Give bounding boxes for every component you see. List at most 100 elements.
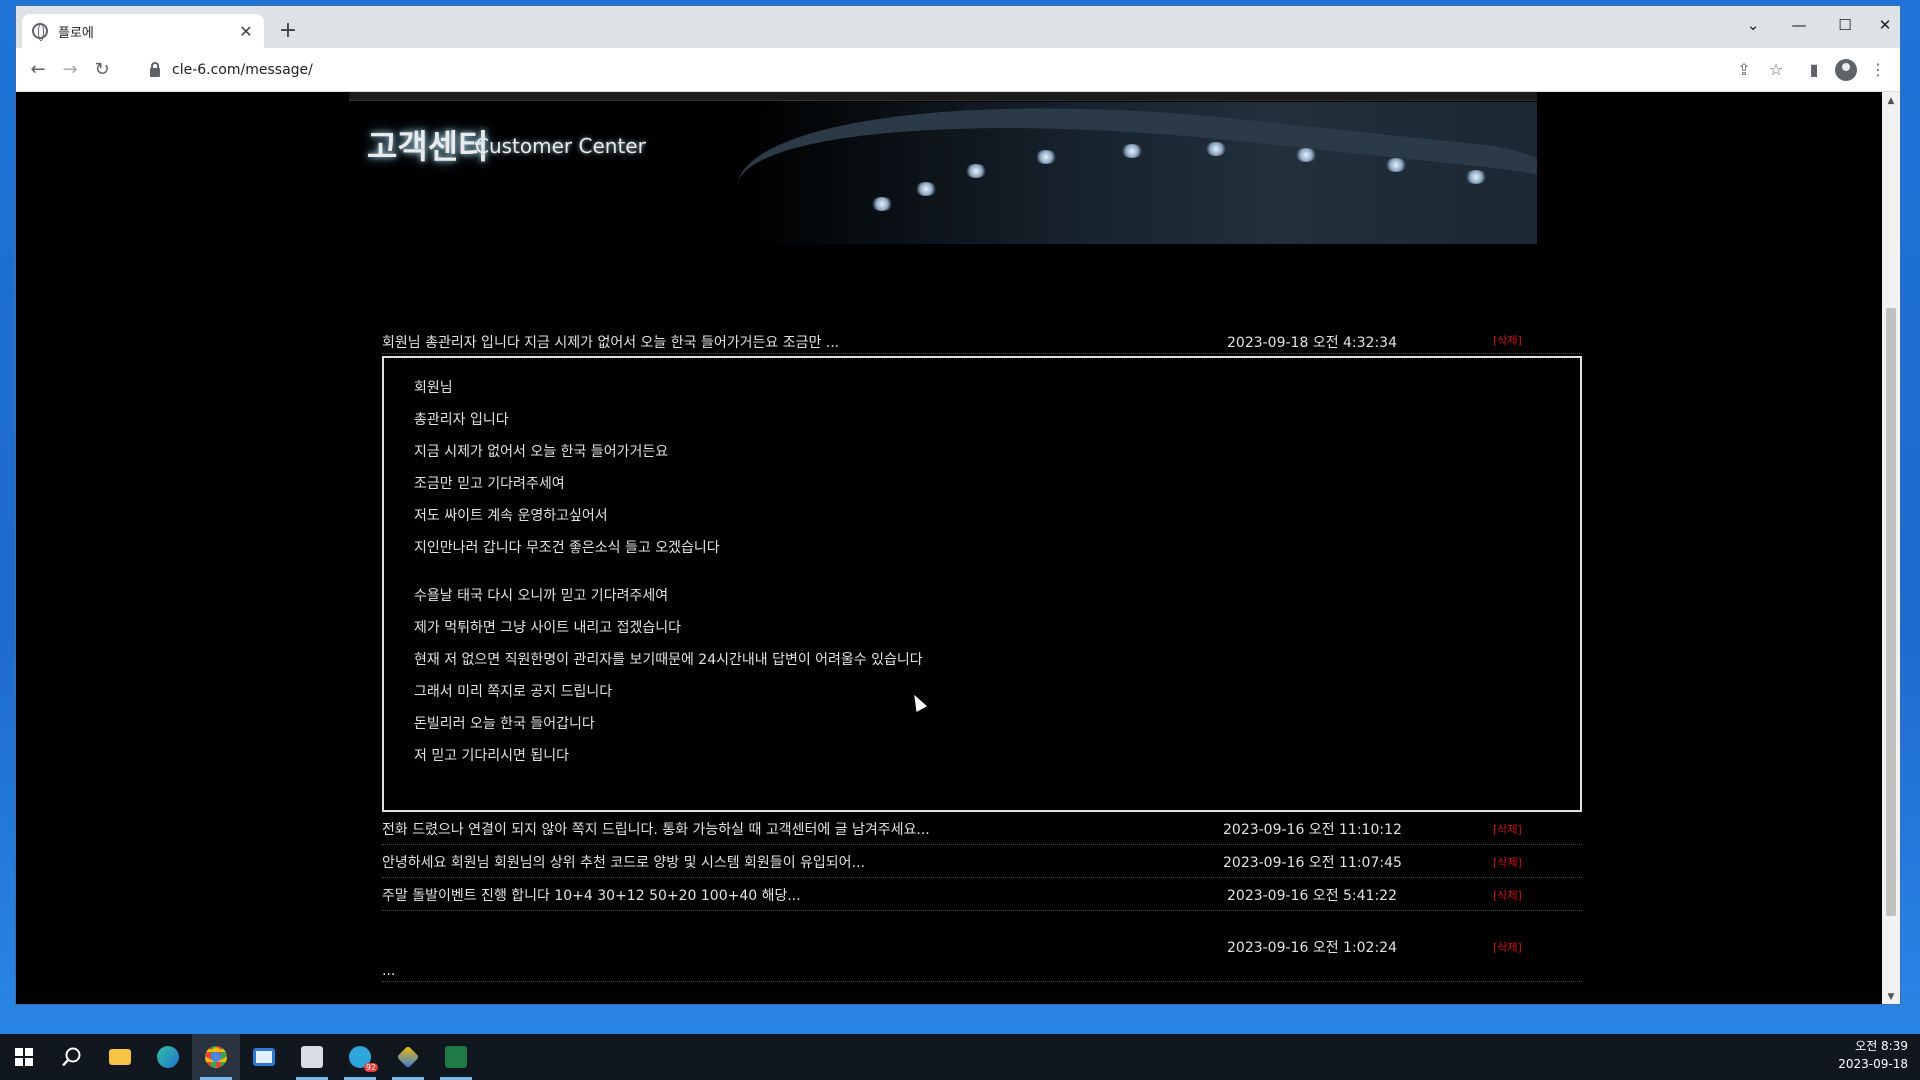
calculator-app-button[interactable] [288, 1034, 336, 1080]
message-body-line: 회원님 [414, 380, 453, 396]
calculator-icon [301, 1046, 323, 1068]
delete-link[interactable]: [삭제] [1493, 887, 1522, 903]
message-subject[interactable]: 주말 돌발이벤트 진행 합니다 10+4 30+12 50+20 100+40 … [382, 885, 801, 905]
message-body-line: 지금 시제가 없어서 오늘 한국 들어가거든요 [414, 444, 669, 460]
floodlight-graphic [965, 164, 987, 178]
share-icon[interactable]: ⇪ [1732, 58, 1756, 82]
globe-icon [32, 23, 48, 41]
file-explorer-button[interactable] [96, 1034, 144, 1080]
delete-link[interactable]: [삭제] [1493, 854, 1522, 870]
customer-center-banner: 고객센터 Customer Center [349, 102, 1537, 244]
floodlight-graphic [871, 197, 893, 211]
windows-logo-icon [15, 1048, 33, 1066]
message-body-line: 그래서 미리 쪽지로 공지 드립니다 [414, 684, 613, 700]
site-top-nav [349, 92, 1537, 101]
message-date: 2023-09-16 오전 5:41:22 [1227, 888, 1397, 904]
window-app-icon [253, 1048, 275, 1066]
lock-icon [150, 61, 160, 77]
chrome-icon [205, 1046, 227, 1068]
message-body-line: 수욜날 태국 다시 오니까 믿고 기다려주세여 [414, 588, 669, 604]
scroll-up-arrow-icon[interactable]: ▲ [1882, 92, 1900, 110]
clock-time: 오전 8:39 [1855, 1039, 1908, 1053]
message-subject[interactable]: 전화 드렸으나 연결이 되지 않아 쪽지 드립니다. 통화 가능하실 때 고객센… [382, 819, 930, 839]
message-row[interactable]: 안녕하세요 회원님 회원님의 상위 추천 코드로 양방 및 시스템 회원들이 유… [382, 845, 1582, 878]
delete-link[interactable]: [삭제] [1493, 939, 1522, 955]
message-row[interactable]: 전화 드렸으나 연결이 되지 않아 쪽지 드립니다. 통화 가능하실 때 고객센… [382, 812, 1582, 845]
message-body-line: 돈빌리러 오늘 한국 들어갑니다 [414, 716, 595, 732]
tab-search-button[interactable]: ⌄ [1730, 12, 1776, 40]
browser-window: 플로에 ✕ + ⌄ — ☐ ✕ ← → ↻ cle-6.com/message/… [15, 5, 1901, 1005]
floodlight-graphic [1295, 148, 1317, 162]
bookmark-star-icon[interactable]: ☆ [1764, 58, 1788, 82]
message-body: 회원님 총관리자 입니다 지금 시제가 없어서 오늘 한국 들어가거든요 조금만… [382, 356, 1582, 812]
message-date: 2023-09-16 오전 1:02:24 [1227, 940, 1397, 956]
browser-toolbar: ← → ↻ cle-6.com/message/ ⇪ ☆ ▮ ⋮ [16, 48, 1900, 92]
edge-button[interactable] [144, 1034, 192, 1080]
message-date: 2023-09-16 오전 11:07:45 [1223, 855, 1402, 871]
message-date: 2023-09-18 오전 4:32:34 [1227, 335, 1397, 351]
stadium-graphic [733, 102, 1537, 244]
pinned-app-button[interactable] [384, 1034, 432, 1080]
excel-button[interactable] [432, 1034, 480, 1080]
message-body-line: 지인만나러 갑니다 무조건 좋은소식 들고 오겠습니다 [414, 540, 720, 556]
app-window-button[interactable] [240, 1034, 288, 1080]
scrollbar-thumb[interactable] [1886, 308, 1896, 916]
address-bar[interactable]: cle-6.com/message/ [136, 54, 1696, 86]
system-clock[interactable]: 오전 8:39 2023-09-18 [1838, 1037, 1908, 1073]
message-body-spacer [414, 564, 1550, 580]
start-button[interactable] [0, 1034, 48, 1080]
profile-icon[interactable] [1835, 59, 1857, 81]
message-row[interactable]: 회원님 총관리자 입니다 지금 시제가 없어서 오늘 한국 들어가거든요 조금만… [382, 332, 1582, 354]
message-subject[interactable]: 안녕하세요 회원님 회원님의 상위 추천 코드로 양방 및 시스템 회원들이 유… [382, 852, 865, 872]
close-window-button[interactable]: ✕ [1868, 12, 1900, 40]
folder-icon [109, 1049, 131, 1065]
excel-icon [445, 1046, 467, 1068]
message-subject[interactable]: ... [382, 963, 395, 979]
search-icon [62, 1047, 81, 1067]
tab-title: 플로에 [58, 25, 94, 41]
message-date: 2023-09-16 오전 11:10:12 [1223, 822, 1402, 838]
message-row[interactable]: 주말 돌발이벤트 진행 합니다 10+4 30+12 50+20 100+40 … [382, 878, 1582, 911]
back-button[interactable]: ← [26, 58, 50, 82]
telegram-button[interactable]: 92 [336, 1034, 384, 1080]
forward-button[interactable]: → [58, 58, 82, 82]
maximize-button[interactable]: ☐ [1822, 12, 1868, 40]
floodlight-graphic [1205, 142, 1227, 156]
page-scrollbar[interactable]: ▲ ▼ [1882, 92, 1900, 1004]
url-text: cle-6.com/message/ [172, 62, 313, 78]
tab-close-icon[interactable]: ✕ [238, 22, 254, 41]
message-row[interactable]: 2023-09-16 오전 1:02:24 [삭제] ... [382, 911, 1582, 982]
message-body-line: 저 믿고 기다리시면 됩니다 [414, 748, 570, 764]
delete-link[interactable]: [삭제] [1493, 821, 1522, 837]
floodlight-graphic [915, 182, 937, 196]
message-body-line: 현재 저 없으면 직원한명이 관리자를 보기때문에 24시간내내 답변이 어려울… [414, 652, 923, 668]
search-button[interactable] [48, 1034, 96, 1080]
message-body-line: 총관리자 입니다 [414, 412, 509, 428]
tab-strip: 플로에 ✕ + ⌄ — ☐ ✕ [16, 6, 1900, 48]
new-tab-button[interactable]: + [274, 18, 302, 46]
page-title: 고객센터 [367, 127, 489, 166]
page-content: 고객센터 Customer Center 회원님 총관리자 입니다 지금 시제가… [16, 92, 1882, 1004]
browser-menu-icon[interactable]: ⋮ [1866, 58, 1890, 82]
chrome-button[interactable] [192, 1034, 240, 1080]
app-icon [396, 1045, 420, 1069]
floodlight-graphic [1035, 150, 1057, 164]
message-body-line: 조금만 믿고 기다려주세여 [414, 476, 565, 492]
side-panel-icon[interactable]: ▮ [1802, 58, 1826, 82]
scroll-down-arrow-icon[interactable]: ▼ [1882, 988, 1900, 1004]
floodlight-graphic [1121, 144, 1143, 158]
windows-taskbar: 92 [0, 1034, 1920, 1080]
reload-button[interactable]: ↻ [90, 58, 114, 82]
floodlight-graphic [1465, 170, 1487, 184]
minimize-button[interactable]: — [1776, 12, 1822, 40]
browser-tab[interactable]: 플로에 ✕ [22, 14, 264, 48]
message-body-line: 저도 싸이트 계속 운영하고싶어서 [414, 508, 608, 524]
message-subject[interactable]: 회원님 총관리자 입니다 지금 시제가 없어서 오늘 한국 들어가거든요 조금만… [382, 332, 839, 352]
message-list: 회원님 총관리자 입니다 지금 시제가 없어서 오늘 한국 들어가거든요 조금만… [382, 332, 1582, 982]
clock-date: 2023-09-18 [1838, 1057, 1908, 1071]
notification-badge: 92 [363, 1063, 378, 1072]
delete-link[interactable]: [삭제] [1493, 332, 1522, 348]
page-subtitle: Customer Center [475, 134, 646, 158]
floodlight-graphic [1385, 158, 1407, 172]
message-body-line: 제가 먹튀하면 그냥 사이트 내리고 접겠습니다 [414, 620, 681, 636]
